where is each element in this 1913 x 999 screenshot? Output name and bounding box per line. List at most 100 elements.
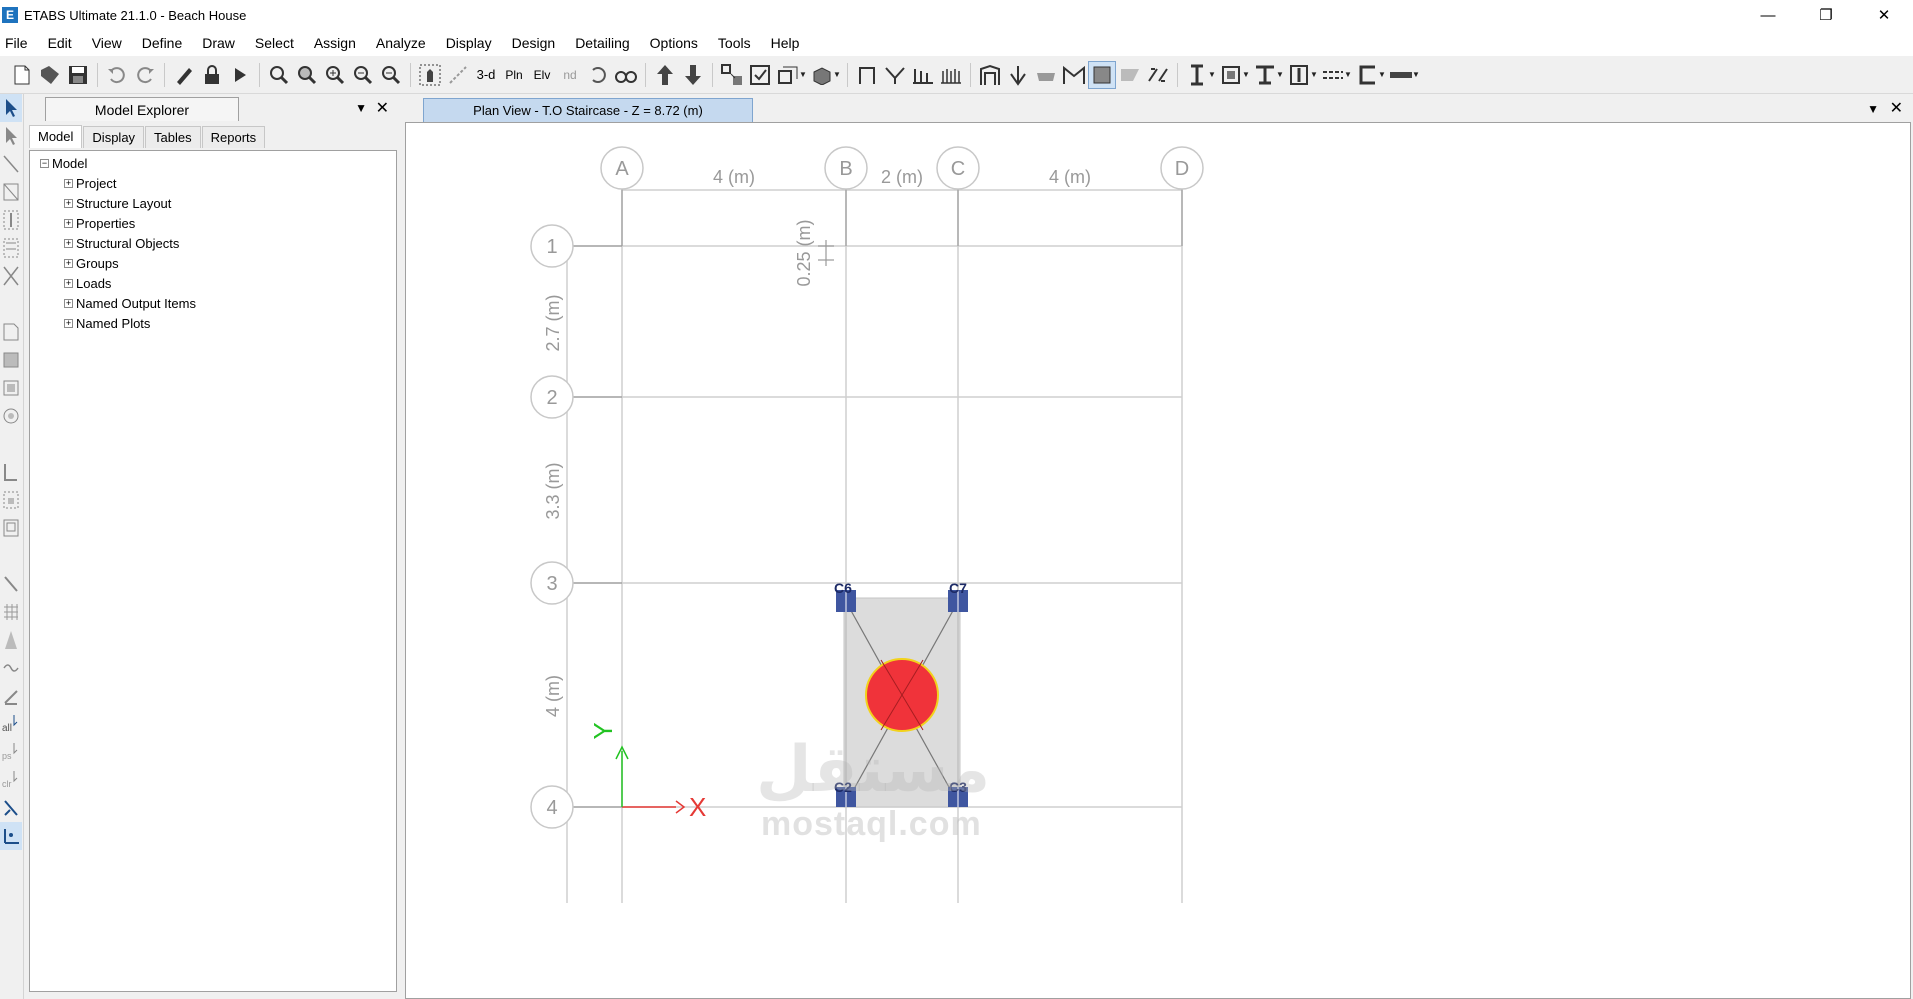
link-icon[interactable] (1060, 61, 1088, 89)
wall-display-icon[interactable] (937, 61, 965, 89)
expand-icon[interactable]: + (64, 318, 73, 328)
explorer-close-icon[interactable]: ✕ (376, 98, 389, 118)
save-icon[interactable] (64, 61, 92, 89)
select-previous-icon[interactable]: ps (0, 738, 22, 766)
expand-icon[interactable]: + (64, 238, 73, 248)
draw-column-icon[interactable] (0, 206, 22, 234)
draw-pen-icon[interactable] (0, 682, 22, 710)
open-icon[interactable] (36, 61, 64, 89)
grid-bubble-d[interactable]: D (1160, 146, 1204, 190)
pointer-icon[interactable] (0, 94, 22, 122)
clear-selection-icon[interactable]: clr (0, 766, 22, 794)
chevron-down-icon[interactable]: ▼ (1343, 70, 1353, 79)
chevron-down-icon[interactable]: ▼ (1309, 70, 1319, 79)
3d-view-icon[interactable]: 3-d (472, 61, 500, 89)
tree-node-structure-layout[interactable]: + Structure Layout (30, 193, 396, 213)
redo-icon[interactable] (131, 61, 159, 89)
menu-tools[interactable]: Tools (708, 35, 761, 51)
load-assign-icon[interactable] (1004, 61, 1032, 89)
draw-brace-icon[interactable] (0, 234, 22, 262)
draw-wall-stack-icon[interactable] (0, 458, 22, 486)
expand-icon[interactable]: + (64, 258, 73, 268)
close-window-button[interactable]: ✕ (1855, 0, 1913, 30)
refresh-icon[interactable] (170, 61, 198, 89)
draw-grid-icon[interactable] (0, 598, 22, 626)
shaded-view-icon[interactable] (1088, 60, 1116, 89)
zoom-rubber-icon[interactable] (265, 61, 293, 89)
expand-icon[interactable]: + (64, 218, 73, 228)
snap-options-icon[interactable] (0, 822, 22, 850)
select-all-icon[interactable]: all (0, 710, 22, 738)
shell-display-icon[interactable] (909, 61, 937, 89)
tab-reports[interactable]: Reports (201, 126, 266, 148)
menu-file[interactable]: File (0, 35, 38, 51)
menu-design[interactable]: Design (502, 35, 566, 51)
tree-node-structural-objects[interactable]: + Structural Objects (30, 233, 396, 253)
tree-node-loads[interactable]: + Loads (30, 273, 396, 293)
view-dropdown-icon[interactable]: ▼ (1867, 102, 1879, 116)
plan-drawing[interactable]: A B C D 1 2 3 4 4 (m) 2 (m) 4 (m) 2.7 (m) 3.3 … (406, 123, 1910, 998)
zoom-in-icon[interactable] (321, 61, 349, 89)
menu-select[interactable]: Select (245, 35, 304, 51)
column-c7[interactable]: C7 (948, 580, 968, 612)
draw-dimension-icon[interactable] (0, 486, 22, 514)
frame-display-icon[interactable] (853, 61, 881, 89)
building-frame-icon[interactable] (976, 61, 1004, 89)
chevron-down-icon[interactable]: ▼ (1241, 70, 1251, 79)
expand-icon[interactable]: + (64, 178, 73, 188)
move-up-icon[interactable] (651, 61, 679, 89)
menu-assign[interactable]: Assign (304, 35, 366, 51)
area-load-icon[interactable] (1032, 61, 1060, 89)
menu-options[interactable]: Options (640, 35, 708, 51)
draw-wave-icon[interactable] (0, 654, 22, 682)
tab-tables[interactable]: Tables (145, 126, 201, 148)
zoom-restore-icon[interactable] (293, 61, 321, 89)
restore-button[interactable]: ❐ (1797, 0, 1855, 30)
reshape-icon[interactable] (0, 122, 22, 150)
collapse-icon[interactable]: − (40, 158, 49, 168)
2d-view-icon[interactable]: nd (556, 61, 584, 89)
run-analysis-icon[interactable] (226, 61, 254, 89)
zoom-previous-icon[interactable] (377, 61, 405, 89)
perspective-icon[interactable] (612, 61, 640, 89)
tree-node-model[interactable]: − Model (30, 153, 396, 173)
select-using-icon[interactable] (0, 794, 22, 822)
menu-help[interactable]: Help (761, 35, 810, 51)
chevron-down-icon[interactable]: ▼ (1275, 70, 1285, 79)
chevron-down-icon[interactable]: ▼ (1207, 70, 1217, 79)
section-cut-icon[interactable] (1116, 61, 1144, 89)
column-c6[interactable]: C6 (834, 580, 856, 612)
grid-bubble-a[interactable]: A (600, 146, 644, 190)
draw-link-icon[interactable] (0, 570, 22, 598)
draw-rect-floor-icon[interactable] (0, 346, 22, 374)
draw-section-cut-icon[interactable] (0, 514, 22, 542)
undo-icon[interactable] (103, 61, 131, 89)
grid-bubble-b[interactable]: B (824, 146, 868, 190)
chevron-down-icon[interactable]: ▼ (1411, 70, 1421, 79)
menu-view[interactable]: View (82, 35, 132, 51)
tab-model[interactable]: Model (29, 125, 83, 148)
supports-icon[interactable] (881, 61, 909, 89)
expand-icon[interactable]: + (64, 198, 73, 208)
menu-detailing[interactable]: Detailing (565, 35, 639, 51)
menu-analyze[interactable]: Analyze (366, 35, 436, 51)
zoom-out-icon[interactable] (349, 61, 377, 89)
grid-bubble-3[interactable]: 3 (530, 561, 574, 605)
tab-display[interactable]: Display (83, 126, 145, 148)
tree-node-properties[interactable]: + Properties (30, 213, 396, 233)
lock-icon[interactable] (198, 61, 226, 89)
menu-define[interactable]: Define (132, 35, 192, 51)
tab-plan-view[interactable]: Plan View - T.O Staircase - Z = 8.72 (m) (423, 98, 753, 122)
menu-edit[interactable]: Edit (38, 35, 82, 51)
chevron-down-icon[interactable]: ▼ (798, 70, 808, 79)
menu-display[interactable]: Display (436, 35, 502, 51)
plan-view-canvas[interactable]: A B C D 1 2 3 4 4 (m) 2 (m) 4 (m) 2.7 (m) 3.3 … (405, 122, 1911, 999)
grid-bubble-1[interactable]: 1 (530, 224, 574, 268)
rotate-icon[interactable] (584, 61, 612, 89)
tree-node-groups[interactable]: + Groups (30, 253, 396, 273)
draw-cross-brace-icon[interactable] (0, 262, 22, 290)
draw-beam-icon[interactable] (0, 178, 22, 206)
draw-floor-icon[interactable] (0, 318, 22, 346)
replicate-icon[interactable] (1144, 61, 1172, 89)
chevron-down-icon[interactable]: ▼ (1377, 70, 1387, 79)
